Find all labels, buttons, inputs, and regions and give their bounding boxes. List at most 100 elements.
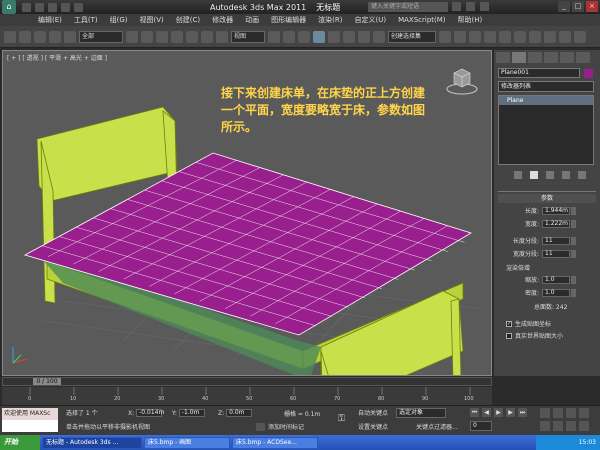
close-button[interactable]: × (586, 1, 598, 12)
show-end-result-icon[interactable] (530, 171, 538, 179)
density-spinner[interactable] (571, 288, 576, 297)
width-segs-input[interactable]: 11 (542, 249, 570, 258)
goto-end-icon[interactable]: ⏭ (518, 408, 527, 417)
menu-group[interactable]: 组(G) (104, 15, 134, 25)
create-tab-icon[interactable] (496, 52, 510, 63)
hierarchy-tab-icon[interactable] (528, 52, 542, 63)
z-coord-input[interactable]: 0.0m (226, 409, 253, 417)
menu-animation[interactable]: 动画 (239, 15, 265, 25)
task-paint[interactable]: 床5.bmp - 画图 (144, 436, 230, 449)
zoom-icon[interactable] (540, 408, 550, 418)
y-coord-input[interactable]: -1.0m (178, 409, 205, 417)
zoom-extents-icon[interactable] (566, 408, 576, 418)
undo-tool-icon[interactable] (4, 30, 16, 43)
maxscript-input[interactable] (2, 420, 58, 432)
length-input[interactable]: 1.944m (542, 206, 570, 215)
utilities-tab-icon[interactable] (576, 52, 590, 63)
start-button[interactable]: 开始 (0, 435, 40, 450)
unlink-icon[interactable] (49, 30, 61, 43)
make-unique-icon[interactable] (546, 171, 554, 179)
align-icon[interactable] (454, 30, 466, 43)
time-slider[interactable]: 0 / 100 (2, 377, 492, 386)
display-tab-icon[interactable] (560, 52, 574, 63)
undo-icon[interactable] (61, 2, 70, 12)
menu-create[interactable]: 创建(C) (170, 15, 206, 25)
density-input[interactable]: 1.0 (542, 288, 570, 297)
angle-snap-icon[interactable] (328, 30, 340, 43)
length-segs-spinner[interactable] (571, 236, 576, 245)
maximize-button[interactable]: □ (572, 1, 584, 12)
width-segs-spinner[interactable] (571, 249, 576, 258)
length-spinner[interactable] (571, 206, 576, 215)
goto-start-icon[interactable]: ⏮ (470, 408, 479, 417)
key-icon[interactable]: ⚿ (338, 414, 352, 424)
modify-tab-icon[interactable] (512, 52, 526, 63)
scale-input[interactable]: 1.0 (542, 275, 570, 284)
snap-toggle-icon[interactable] (313, 30, 325, 43)
menu-tools[interactable]: 工具(T) (68, 15, 104, 25)
scale-spinner[interactable] (571, 275, 576, 284)
material-editor-icon[interactable] (529, 30, 541, 43)
track-bar[interactable]: 0 10 20 30 40 50 60 70 80 90 100 (2, 387, 492, 405)
task-acdsee[interactable]: 床5.bmp - ACDSee... (232, 436, 318, 449)
search-input[interactable]: 键入关键字或短语 (368, 2, 448, 12)
spinner-snap-icon[interactable] (358, 30, 370, 43)
task-3dsmax[interactable]: 无标题 - Autodesk 3ds ... (42, 436, 142, 449)
render-setup-icon[interactable] (544, 30, 556, 43)
redo-icon[interactable] (74, 2, 83, 12)
perspective-viewport[interactable]: [ + ] [ 透视 ] [ 平滑 + 高光 + 边面 ] 接下来创建床单，在床… (2, 50, 492, 376)
configure-sets-icon[interactable] (578, 171, 586, 179)
object-color-swatch[interactable] (584, 68, 593, 78)
bind-space-warp-icon[interactable] (64, 30, 76, 43)
save-file-icon[interactable] (48, 2, 57, 12)
menu-edit[interactable]: 编辑(E) (32, 15, 68, 25)
current-frame-input[interactable]: 0 (470, 421, 492, 431)
app-logo-icon[interactable]: ⌂ (2, 0, 16, 14)
modifier-list-select[interactable]: 修改器列表 (498, 81, 594, 92)
keyboard-shortcut-icon[interactable] (298, 30, 310, 43)
binoculars-icon[interactable] (452, 2, 461, 11)
select-manipulate-icon[interactable] (283, 30, 295, 43)
scale-icon[interactable] (216, 30, 228, 43)
maxscript-listener[interactable]: 欢迎使用 MAXSc (2, 408, 58, 420)
rendered-frame-icon[interactable] (559, 30, 571, 43)
selection-filter-select[interactable]: 全部 (79, 30, 123, 43)
menu-help[interactable]: 帮助(H) (452, 15, 489, 25)
render-production-icon[interactable] (574, 30, 586, 43)
prev-frame-icon[interactable]: ◀ (482, 408, 491, 417)
next-frame-icon[interactable]: ▶ (506, 408, 515, 417)
pan-icon[interactable] (553, 421, 563, 431)
play-icon[interactable]: ▶ (494, 408, 503, 417)
set-key-button[interactable]: 设置关键点 (358, 422, 388, 431)
select-object-icon[interactable] (126, 30, 138, 43)
key-filters-button[interactable]: 关键点过滤器... (416, 422, 458, 431)
viewcube-icon[interactable] (445, 63, 479, 97)
zoom-all-icon[interactable] (553, 408, 563, 418)
pivot-center-icon[interactable] (268, 30, 280, 43)
fov-icon[interactable] (540, 421, 550, 431)
menu-maxscript[interactable]: MAXScript(M) (392, 16, 451, 24)
move-icon[interactable] (186, 30, 198, 43)
graphite-icon[interactable] (484, 30, 496, 43)
maximize-viewport-icon[interactable] (579, 421, 589, 431)
help-icon[interactable] (480, 2, 489, 11)
object-name-input[interactable]: Plane001 (498, 68, 580, 78)
x-coord-input[interactable]: -0.014m (136, 409, 164, 417)
rollout-title[interactable]: 参数 (498, 194, 596, 203)
motion-tab-icon[interactable] (544, 52, 558, 63)
named-selection-set-select[interactable]: 创建选择集 (388, 30, 436, 43)
auto-key-button[interactable]: 自动关键点 (358, 408, 388, 417)
length-segs-input[interactable]: 11 (542, 236, 570, 245)
stack-item-plane[interactable]: Plane (499, 96, 593, 105)
real-world-map-checkbox[interactable]: 真实世界贴图大小 (506, 331, 596, 340)
rotate-icon[interactable] (201, 30, 213, 43)
open-file-icon[interactable] (35, 2, 44, 12)
menu-rendering[interactable]: 渲染(R) (312, 15, 348, 25)
reference-coord-select[interactable]: 视图 (231, 30, 265, 43)
add-time-tag[interactable]: 添加时间标记 (256, 422, 304, 431)
menu-customize[interactable]: 自定义(U) (348, 15, 392, 25)
schematic-view-icon[interactable] (514, 30, 526, 43)
new-file-icon[interactable] (22, 2, 31, 12)
gen-map-coords-checkbox[interactable]: ✓ 生成贴图坐标 (506, 319, 596, 328)
remove-modifier-icon[interactable] (562, 171, 570, 179)
